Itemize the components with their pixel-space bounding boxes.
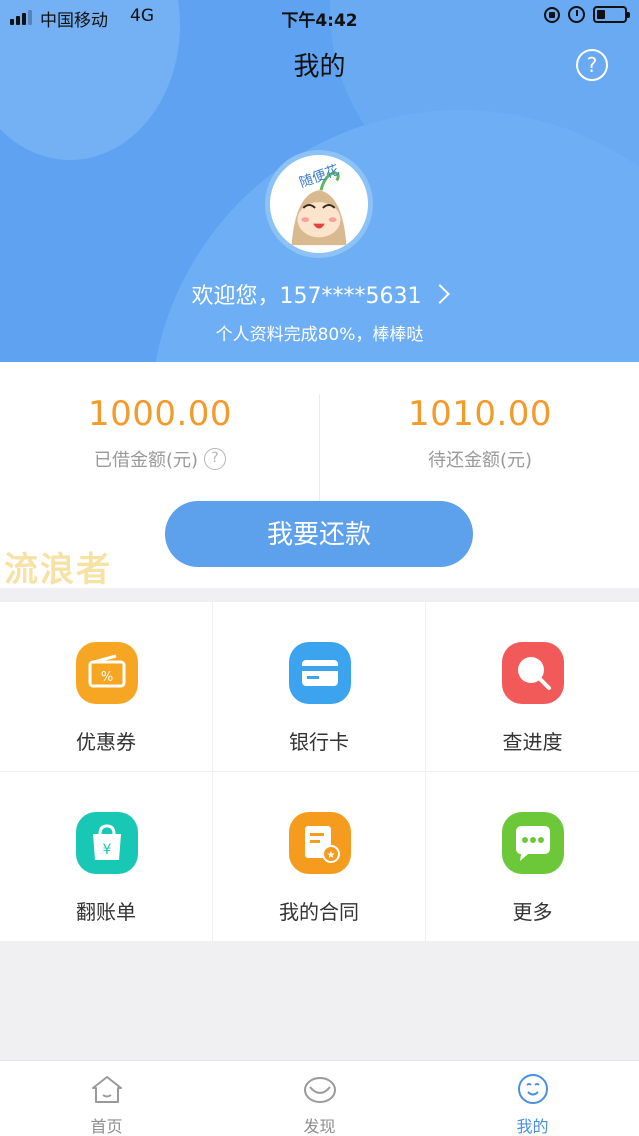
watermark-text: 流浪者 bbox=[4, 550, 112, 590]
grid-item-label: 我的合同 bbox=[279, 900, 359, 924]
amount-card: 1000.00 已借金额(元) ? 1010.00 待还金额(元) 我要还款 流… bbox=[0, 362, 639, 590]
tab-bar: 首页 发现 我的 bbox=[0, 1060, 639, 1136]
pending-amount-block: 1010.00 待还金额(元) bbox=[320, 394, 639, 472]
tab-label: 发现 bbox=[303, 1117, 336, 1136]
chevron-right-icon bbox=[430, 284, 451, 304]
profile-progress-text: 个人资料完成80%，棒棒哒 bbox=[215, 325, 424, 345]
grid-item-progress[interactable]: 查进度 bbox=[426, 602, 639, 772]
borrowed-amount-label: 已借金额(元) bbox=[93, 450, 199, 471]
grid-item-bill[interactable]: ¥ 翻账单 bbox=[0, 772, 213, 942]
status-bar: 中国移动 4G 下午4:42 bbox=[0, 0, 639, 34]
search-progress-icon bbox=[502, 642, 564, 704]
help-icon[interactable]: ? bbox=[576, 49, 608, 81]
grid-item-label: 查进度 bbox=[502, 730, 563, 754]
profile-face-icon bbox=[515, 1073, 551, 1105]
grid-item-label: 优惠券 bbox=[76, 730, 136, 754]
bank-card-icon bbox=[289, 642, 351, 704]
tab-discover[interactable]: 发现 bbox=[213, 1061, 426, 1136]
feature-grid: % 优惠券 银行卡 查进度 ¥ 翻账单 ★ 我的合同 更多 bbox=[0, 602, 639, 942]
coupon-icon: % bbox=[76, 642, 138, 704]
bill-bag-icon: ¥ bbox=[76, 812, 138, 874]
grid-item-label: 更多 bbox=[512, 900, 553, 924]
grid-item-coupon[interactable]: % 优惠券 bbox=[0, 602, 213, 772]
tab-label: 首页 bbox=[90, 1117, 123, 1136]
question-icon[interactable]: ? bbox=[204, 448, 227, 470]
tab-label: 我的 bbox=[516, 1117, 549, 1136]
tab-home[interactable]: 首页 bbox=[0, 1061, 213, 1136]
grid-item-label: 翻账单 bbox=[76, 900, 136, 924]
discover-icon bbox=[302, 1073, 338, 1105]
svg-text:★: ★ bbox=[327, 850, 336, 861]
welcome-link[interactable]: 欢迎您，157****5631 bbox=[0, 278, 639, 310]
borrowed-amount-block: 1000.00 已借金额(元) ? bbox=[0, 394, 320, 472]
repay-button[interactable]: 我要还款 bbox=[165, 501, 473, 567]
grid-item-label: 银行卡 bbox=[289, 730, 349, 754]
tab-profile[interactable]: 我的 bbox=[426, 1061, 639, 1136]
alarm-icon bbox=[568, 6, 585, 23]
pending-amount-value: 1010.00 bbox=[407, 394, 553, 434]
grid-item-bank-card[interactable]: 银行卡 bbox=[213, 602, 426, 772]
pending-amount-label: 待还金额(元) bbox=[427, 450, 533, 471]
grid-item-more[interactable]: 更多 bbox=[426, 772, 639, 942]
page-title: 我的 bbox=[293, 52, 346, 82]
contract-icon: ★ bbox=[289, 812, 351, 874]
profile-header: 中国移动 4G 下午4:42 我的 ? 随便花 欢迎您，157****5631 … bbox=[0, 0, 639, 362]
battery-icon bbox=[593, 6, 630, 23]
svg-text:%: % bbox=[101, 670, 113, 685]
welcome-text: 欢迎您，157****5631 bbox=[191, 284, 422, 309]
borrowed-amount-value: 1000.00 bbox=[87, 394, 233, 434]
home-icon bbox=[89, 1073, 125, 1105]
grid-item-contract[interactable]: ★ 我的合同 bbox=[213, 772, 426, 942]
avatar[interactable]: 随便花 bbox=[265, 150, 373, 258]
svg-text:¥: ¥ bbox=[103, 842, 112, 858]
more-chat-icon bbox=[502, 812, 564, 874]
rotation-lock-icon bbox=[544, 6, 560, 23]
